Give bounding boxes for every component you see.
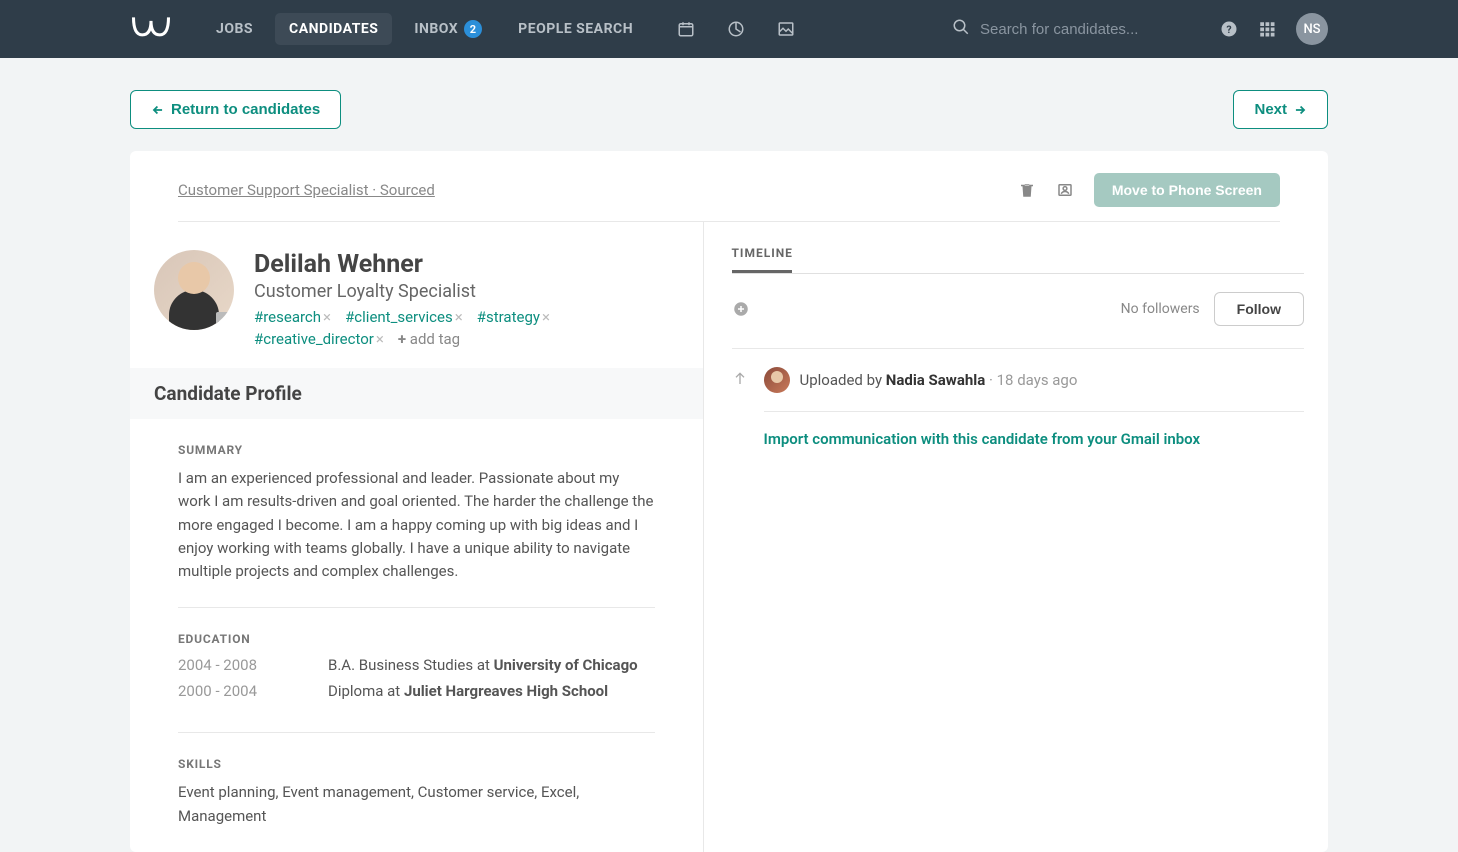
arrow-right-icon bbox=[1293, 103, 1307, 117]
card-actions: Move to Phone Screen bbox=[1018, 173, 1280, 207]
tag-remove-icon[interactable]: × bbox=[455, 308, 463, 326]
search-box bbox=[952, 18, 1180, 40]
follow-button[interactable]: Follow bbox=[1214, 292, 1304, 326]
nav-candidates[interactable]: CANDIDATES bbox=[275, 13, 392, 45]
image-icon[interactable] bbox=[777, 20, 795, 38]
calendar-icon[interactable] bbox=[677, 20, 695, 38]
app-logo[interactable] bbox=[130, 13, 172, 45]
education-label: EDUCATION bbox=[178, 632, 655, 646]
timeline-tab[interactable]: TIMELINE bbox=[732, 246, 1305, 270]
skills-section: SKILLS Event planning, Event management,… bbox=[178, 733, 655, 852]
timeline-entry: Uploaded by Nadia Sawahla · 18 days ago … bbox=[732, 349, 1305, 466]
profile-heading: Candidate Profile bbox=[130, 368, 703, 419]
top-actions: Return to candidates Next bbox=[130, 58, 1328, 151]
education-years: 2004 - 2008 bbox=[178, 656, 288, 674]
education-years: 2000 - 2004 bbox=[178, 682, 288, 700]
skills-text: Event planning, Event management, Custom… bbox=[178, 781, 655, 828]
inbox-count-badge: 2 bbox=[464, 20, 482, 38]
candidate-card: Customer Support Specialist · Sourced Mo… bbox=[130, 151, 1328, 852]
education-row: 2000 - 2004 Diploma at Juliet Hargreaves… bbox=[178, 682, 655, 700]
education-degree: B.A. Business Studies at bbox=[328, 656, 494, 674]
add-follower-icon[interactable] bbox=[732, 300, 750, 318]
return-label: Return to candidates bbox=[171, 101, 320, 118]
left-column: Delilah Wehner Customer Loyalty Speciali… bbox=[130, 222, 703, 852]
candidate-avatar bbox=[154, 250, 234, 330]
education-row: 2004 - 2008 B.A. Business Studies at Uni… bbox=[178, 656, 655, 674]
nav-inbox[interactable]: INBOX 2 bbox=[400, 12, 496, 46]
add-tag-button[interactable]: + add tag bbox=[398, 330, 460, 348]
contact-card-icon[interactable] bbox=[1056, 181, 1074, 199]
help-icon[interactable]: ? bbox=[1220, 20, 1238, 38]
education-school: University of Chicago bbox=[494, 656, 638, 674]
arrow-left-icon bbox=[151, 103, 165, 117]
candidate-header: Delilah Wehner Customer Loyalty Speciali… bbox=[130, 222, 703, 368]
candidate-title: Customer Loyalty Specialist bbox=[254, 281, 679, 302]
summary-label: SUMMARY bbox=[178, 443, 655, 457]
move-phone-screen-button[interactable]: Move to Phone Screen bbox=[1094, 173, 1280, 207]
header-right: ? NS bbox=[1220, 13, 1328, 45]
delete-icon[interactable] bbox=[1018, 181, 1036, 199]
tag[interactable]: #research bbox=[254, 308, 321, 326]
breadcrumb[interactable]: Customer Support Specialist · Sourced bbox=[178, 181, 435, 199]
svg-text:?: ? bbox=[1226, 23, 1231, 36]
reports-icon[interactable] bbox=[727, 20, 745, 38]
tag-remove-icon[interactable]: × bbox=[542, 308, 550, 326]
app-header: JOBS CANDIDATES INBOX 2 PEOPLE SEARCH ? … bbox=[0, 0, 1458, 58]
follow-row: No followers Follow bbox=[732, 292, 1305, 349]
return-button[interactable]: Return to candidates bbox=[130, 90, 341, 129]
nav-icons bbox=[677, 20, 795, 38]
nav-people-search[interactable]: PEOPLE SEARCH bbox=[504, 13, 647, 45]
search-icon bbox=[952, 18, 970, 40]
tag-remove-icon[interactable]: × bbox=[323, 308, 331, 326]
uploaded-by-name: Nadia Sawahla bbox=[886, 371, 986, 389]
education-school: Juliet Hargreaves High School bbox=[404, 682, 608, 700]
education-section: EDUCATION 2004 - 2008 B.A. Business Stud… bbox=[178, 608, 655, 733]
tag-remove-icon[interactable]: × bbox=[376, 330, 384, 348]
nav-jobs[interactable]: JOBS bbox=[202, 13, 267, 45]
tag[interactable]: #creative_director bbox=[254, 330, 374, 348]
uploaded-prefix: Uploaded by bbox=[800, 371, 886, 389]
card-header: Customer Support Specialist · Sourced Mo… bbox=[178, 151, 1280, 222]
import-gmail-link[interactable]: Import communication with this candidate… bbox=[764, 430, 1305, 448]
education-degree: Diploma at bbox=[328, 682, 404, 700]
summary-text: I am an experienced professional and lea… bbox=[178, 467, 655, 583]
search-input[interactable] bbox=[980, 21, 1180, 38]
skills-label: SKILLS bbox=[178, 757, 655, 771]
right-column: TIMELINE No followers Follow Uploaded by bbox=[703, 222, 1329, 852]
timeline-row: Uploaded by Nadia Sawahla · 18 days ago bbox=[764, 367, 1305, 412]
next-button[interactable]: Next bbox=[1233, 90, 1328, 129]
tag[interactable]: #strategy bbox=[477, 308, 540, 326]
uploader-avatar bbox=[764, 367, 790, 393]
user-avatar[interactable]: NS bbox=[1296, 13, 1328, 45]
no-followers-text: No followers bbox=[1121, 301, 1200, 317]
tag[interactable]: #client_services bbox=[345, 308, 453, 326]
candidate-name: Delilah Wehner bbox=[254, 250, 679, 279]
uploaded-ago: · 18 days ago bbox=[985, 371, 1077, 389]
timeline-tabs: TIMELINE bbox=[732, 246, 1305, 274]
next-label: Next bbox=[1254, 101, 1287, 118]
candidate-tags: #research× #client_services× #strategy× … bbox=[254, 308, 679, 348]
summary-section: SUMMARY I am an experienced professional… bbox=[178, 419, 655, 608]
upload-icon bbox=[732, 367, 748, 448]
nav-inbox-label: INBOX bbox=[414, 21, 458, 37]
apps-icon[interactable] bbox=[1258, 20, 1276, 38]
main-nav: JOBS CANDIDATES INBOX 2 PEOPLE SEARCH bbox=[202, 12, 647, 46]
